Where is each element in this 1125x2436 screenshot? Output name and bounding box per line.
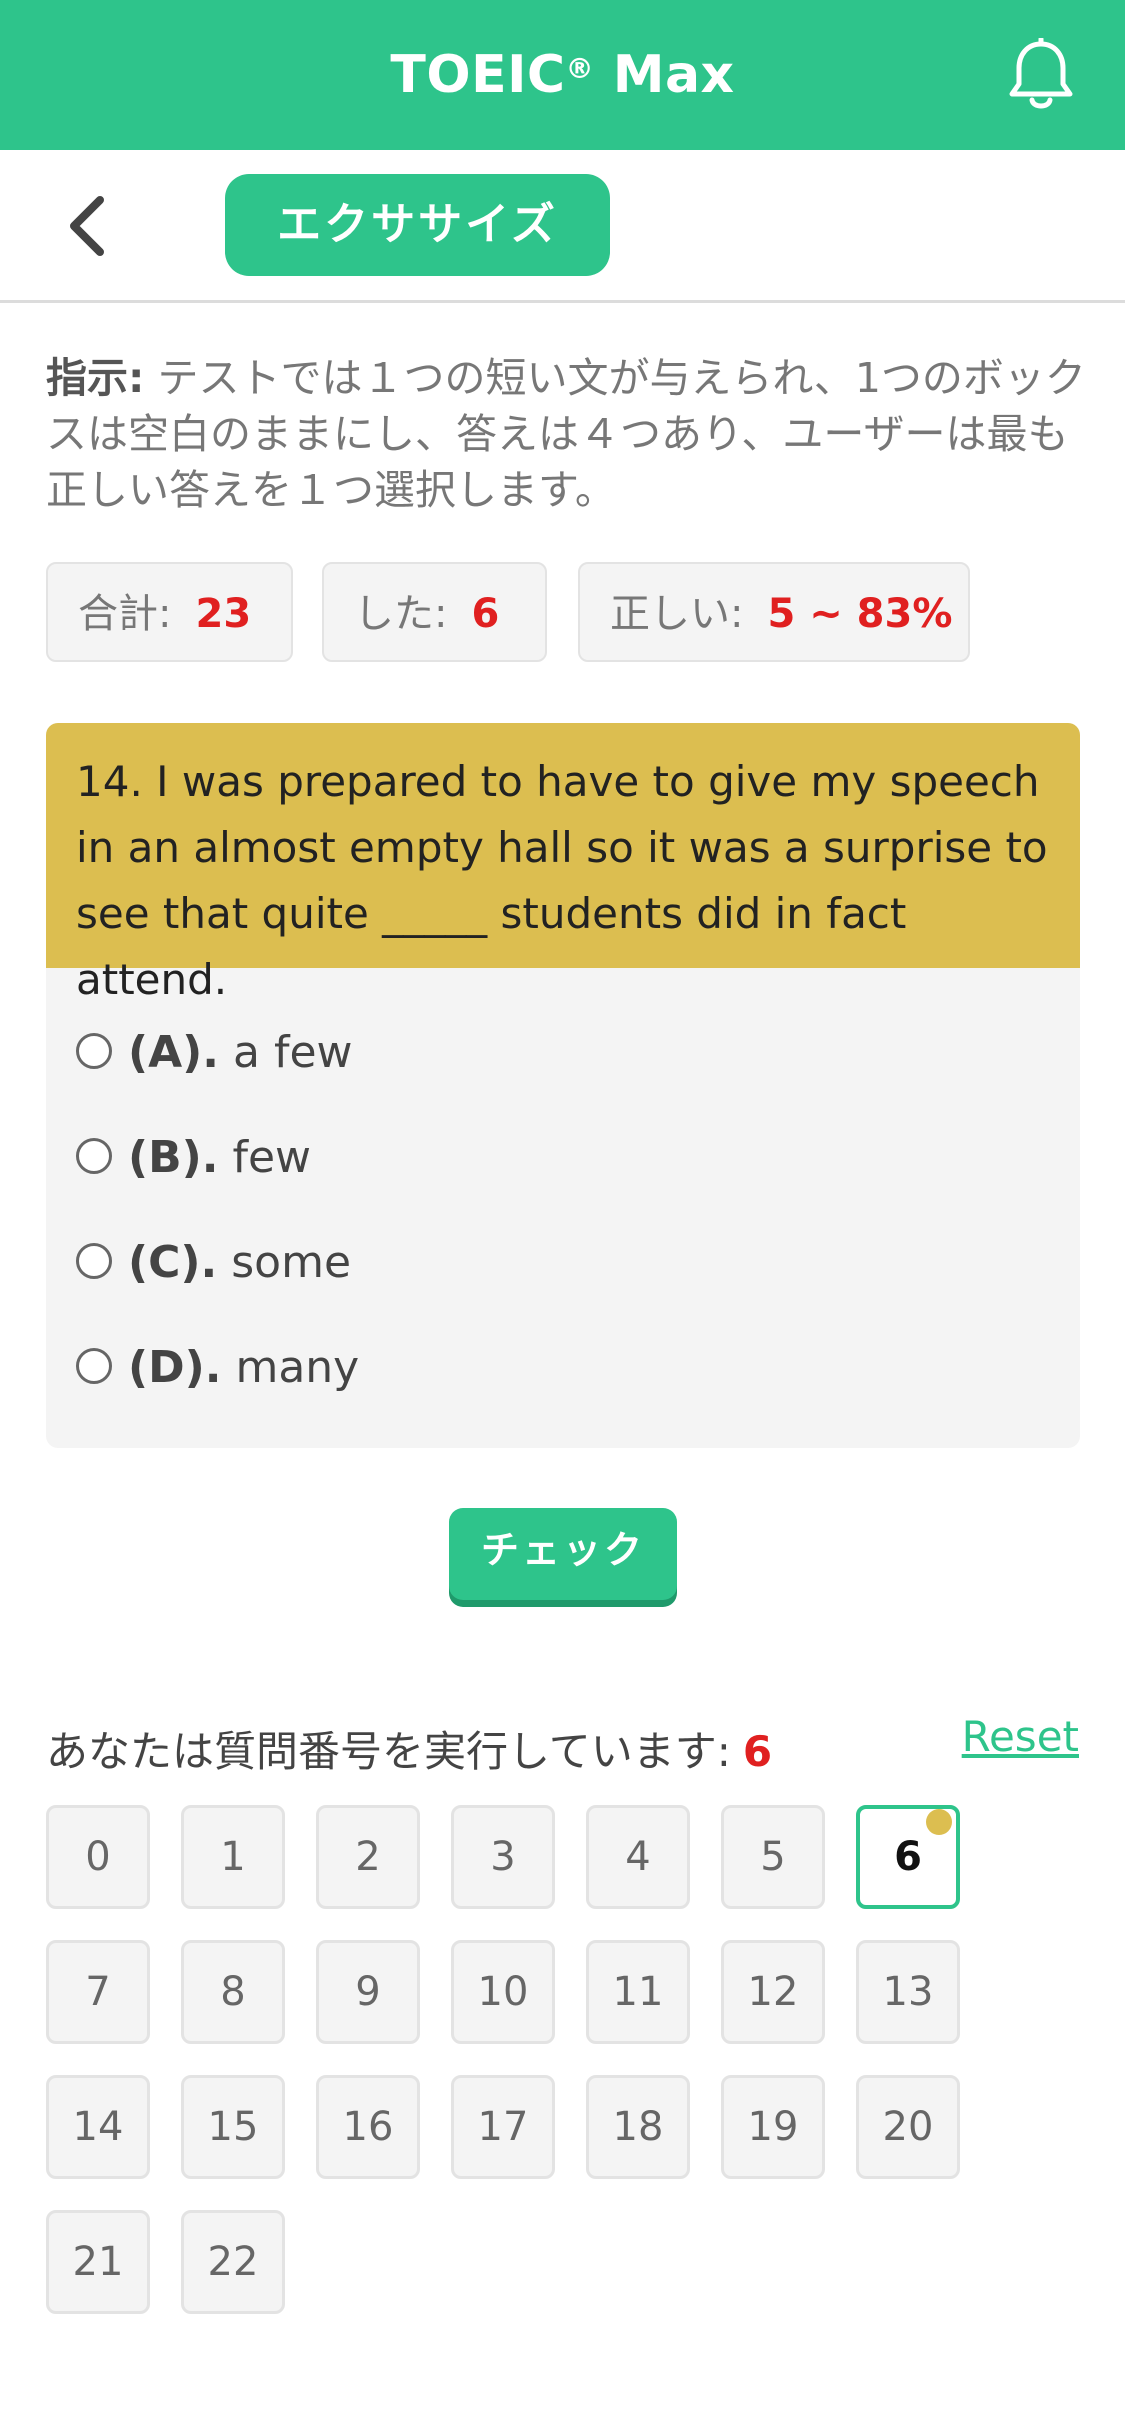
question-number-21[interactable]: 21 bbox=[46, 2210, 150, 2314]
question-number-label: 1 bbox=[220, 1834, 246, 1880]
question-number-label: 5 bbox=[760, 1834, 786, 1880]
radio-icon[interactable] bbox=[76, 1138, 112, 1174]
question-number-label: 3 bbox=[490, 1834, 516, 1880]
question-number-label: 6 bbox=[894, 1834, 922, 1880]
question-number-label: 4 bbox=[625, 1834, 651, 1880]
option-letter: (A). bbox=[128, 1027, 219, 1078]
stat-correct: 正しい: 5 ~ 83% bbox=[578, 562, 970, 662]
stat-total-value: 23 bbox=[195, 591, 252, 637]
question-number-14[interactable]: 14 bbox=[46, 2075, 150, 2179]
question-number-label: 7 bbox=[85, 1969, 111, 2015]
question-number-22[interactable]: 22 bbox=[181, 2210, 285, 2314]
app-bar: TOEIC® Max bbox=[0, 0, 1125, 150]
radio-icon[interactable] bbox=[76, 1348, 112, 1384]
question-number-label: 20 bbox=[882, 2104, 934, 2150]
question-number-3[interactable]: 3 bbox=[451, 1805, 555, 1909]
question-number-label: 17 bbox=[477, 2104, 529, 2150]
question-number-7[interactable]: 7 bbox=[46, 1940, 150, 2044]
question-number-17[interactable]: 17 bbox=[451, 2075, 555, 2179]
question-number-label: 9 bbox=[355, 1969, 381, 2015]
question-number-label: 12 bbox=[747, 1969, 799, 2015]
stat-done-label: した: bbox=[354, 591, 448, 637]
question-number-label: 16 bbox=[342, 2104, 394, 2150]
stat-total: 合計: 23 bbox=[46, 562, 293, 662]
question-number-label: 15 bbox=[207, 2104, 259, 2150]
question-number-12[interactable]: 12 bbox=[721, 1940, 825, 2044]
radio-icon[interactable] bbox=[76, 1243, 112, 1279]
progress-text: あなたは質問番号を実行しています: 6 bbox=[46, 1718, 772, 1779]
check-button[interactable]: チェック bbox=[449, 1508, 677, 1600]
question-number-label: 22 bbox=[207, 2239, 259, 2285]
question-number-label: 2 bbox=[355, 1834, 381, 1880]
sub-nav: エクササイズ bbox=[0, 150, 1125, 303]
question-number-1[interactable]: 1 bbox=[181, 1805, 285, 1909]
question-number-label: 21 bbox=[72, 2239, 124, 2285]
instructions-label: 指示: bbox=[46, 354, 145, 402]
current-indicator-dot bbox=[926, 1809, 952, 1835]
question-number-11[interactable]: 11 bbox=[586, 1940, 690, 2044]
question-number-18[interactable]: 18 bbox=[586, 2075, 690, 2179]
question-number-15[interactable]: 15 bbox=[181, 2075, 285, 2179]
question-number-label: 11 bbox=[612, 1969, 664, 2015]
question-number-label: 18 bbox=[612, 2104, 664, 2150]
app-title-suffix: Max bbox=[594, 45, 735, 105]
question-number-label: 0 bbox=[85, 1834, 111, 1880]
stat-done-value: 6 bbox=[471, 591, 500, 637]
question-number-label: 10 bbox=[477, 1969, 529, 2015]
question-text: 14. I was prepared to have to give my sp… bbox=[46, 723, 1080, 1004]
question-number-13[interactable]: 13 bbox=[856, 1940, 960, 2044]
question-number-20[interactable]: 20 bbox=[856, 2075, 960, 2179]
app-title: TOEIC® Max bbox=[0, 0, 1125, 150]
radio-icon[interactable] bbox=[76, 1033, 112, 1069]
option-text: few bbox=[232, 1132, 312, 1183]
chevron-left-icon[interactable] bbox=[60, 194, 120, 258]
option-letter: (D). bbox=[128, 1342, 222, 1393]
stat-correct-value: 5 ~ 83% bbox=[767, 591, 953, 637]
question-number-label: 14 bbox=[72, 2104, 124, 2150]
question-number-5[interactable]: 5 bbox=[721, 1805, 825, 1909]
question-number-grid: 0 1 2 3 4 5 6 7 8 9 10 11 12 13 14 15 16 17 18 19 20 21 22 bbox=[46, 1805, 1046, 2315]
option-text: some bbox=[231, 1237, 352, 1288]
stat-done: した: 6 bbox=[322, 562, 547, 662]
question-number-label: 13 bbox=[882, 1969, 934, 2015]
option-letter: (B). bbox=[128, 1132, 219, 1183]
question-number-10[interactable]: 10 bbox=[451, 1940, 555, 2044]
option-text: a few bbox=[233, 1027, 353, 1078]
exercise-tab-button[interactable]: エクササイズ bbox=[225, 174, 610, 276]
question-number-0[interactable]: 0 bbox=[46, 1805, 150, 1909]
question-number-label: 8 bbox=[220, 1969, 246, 2015]
question-number-16[interactable]: 16 bbox=[316, 2075, 420, 2179]
question-number-6[interactable]: 6 bbox=[856, 1805, 960, 1909]
question-number-2[interactable]: 2 bbox=[316, 1805, 420, 1909]
reset-link[interactable]: Reset bbox=[962, 1712, 1079, 1761]
progress-label: あなたは質問番号を実行しています: bbox=[46, 1727, 731, 1776]
stat-correct-label: 正しい: bbox=[610, 591, 744, 637]
progress-current: 6 bbox=[742, 1727, 773, 1776]
registered-mark: ® bbox=[565, 52, 595, 85]
option-letter: (C). bbox=[128, 1237, 218, 1288]
question-number-label: 19 bbox=[747, 2104, 799, 2150]
bell-icon[interactable] bbox=[1005, 38, 1077, 114]
question-card: 14. I was prepared to have to give my sp… bbox=[46, 723, 1080, 1448]
app-title-text: TOEIC bbox=[390, 45, 566, 105]
question-number-4[interactable]: 4 bbox=[586, 1805, 690, 1909]
question-number-9[interactable]: 9 bbox=[316, 1940, 420, 2044]
instructions: 指示: テストでは１つの短い文が与えられ、1つのボックスは空白のままにし、答えは… bbox=[46, 350, 1086, 518]
stat-total-label: 合計: bbox=[78, 591, 172, 637]
option-text: many bbox=[235, 1342, 360, 1393]
question-number-8[interactable]: 8 bbox=[181, 1940, 285, 2044]
instructions-text: テストでは１つの短い文が与えられ、1つのボックスは空白のままにし、答えは４つあり… bbox=[46, 354, 1086, 514]
question-number-19[interactable]: 19 bbox=[721, 2075, 825, 2179]
